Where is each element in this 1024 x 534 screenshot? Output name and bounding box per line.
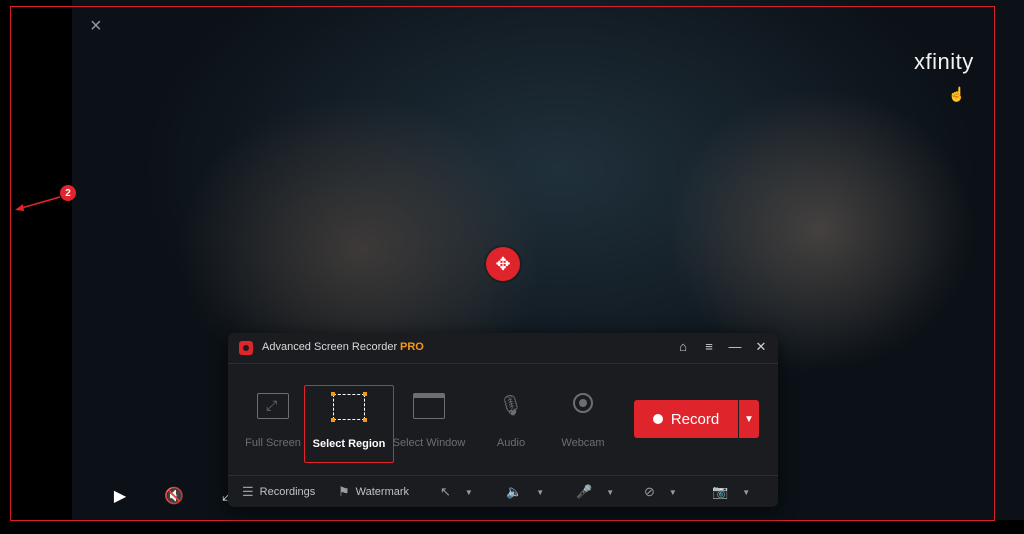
fullscreen-icon: ⤢: [257, 393, 289, 419]
camera-icon: 📷: [712, 484, 729, 499]
recorder-titlebar[interactable]: Advanced Screen Recorder PRO ⌂ ≡ — ✕: [228, 333, 778, 364]
list-icon: ☰: [242, 484, 254, 499]
video-controls: ▶ 🔇 ⤢: [108, 486, 240, 506]
chevron-down-icon: ▼: [668, 487, 677, 497]
cursor-options-button[interactable]: ↖ ▼: [440, 484, 473, 500]
chevron-down-icon: ▼: [606, 487, 615, 497]
arrow-2-line: [17, 196, 61, 210]
record-dot-icon: [652, 414, 663, 424]
close-icon[interactable]: ✕: [754, 339, 768, 355]
mute-icon[interactable]: 🔇: [162, 486, 186, 506]
mode-select-region[interactable]: Select Region: [304, 385, 394, 463]
recordings-label: Recordings: [259, 486, 316, 498]
webcam-options-button[interactable]: ⊘ ▼: [644, 484, 677, 500]
microphone-icon: 🎙: [498, 395, 524, 417]
select-region-icon: [331, 392, 367, 422]
stamp-icon: ⚑: [338, 484, 350, 499]
webcam-icon: [567, 393, 599, 419]
menu-icon[interactable]: ≡: [702, 339, 716, 355]
minimize-icon[interactable]: —: [728, 339, 742, 355]
screenshot-button[interactable]: 📷 ▼: [712, 484, 750, 500]
arrow-2-head: [15, 204, 24, 211]
microphone-options-button[interactable]: 🎤 ▼: [576, 484, 614, 500]
watermark-label: Watermark: [355, 486, 410, 498]
chevron-down-icon: ▼: [536, 487, 545, 497]
annotation-badge-2: 2: [60, 185, 76, 201]
play-icon[interactable]: ▶: [108, 486, 132, 506]
system-audio-button[interactable]: 🔈 ▼: [506, 484, 544, 500]
mode-label: Webcam: [561, 437, 605, 449]
webcam-off-icon: ⊘: [644, 484, 655, 499]
mode-label: Select Region: [312, 438, 386, 450]
titlebar-controls: ⌂ ≡ — ✕: [676, 339, 768, 355]
chevron-down-icon: ▼: [464, 487, 473, 497]
record-dropdown-button[interactable]: ▼: [739, 400, 759, 438]
chevron-down-icon: ▼: [742, 487, 751, 497]
watermark-button[interactable]: ⚑ Watermark: [338, 484, 409, 500]
microphone-icon: 🎤: [576, 484, 593, 499]
app-title: Advanced Screen Recorder: [262, 341, 398, 353]
speaker-icon: 🔈: [506, 484, 523, 499]
app-logo-icon: [239, 341, 253, 355]
recordings-button[interactable]: ☰ Recordings: [242, 484, 315, 500]
cursor-icon: ↖: [440, 484, 451, 499]
pro-badge: PRO: [400, 341, 424, 353]
recorder-bottom-toolbar: ☰ Recordings ⚑ Watermark ↖ ▼ 🔈 ▼ 🎤 ▼ ⊘ ▼ 📷 ▼: [228, 475, 778, 508]
recorder-panel: Advanced Screen Recorder PRO ⌂ ≡ — ✕ ⤢ F…: [228, 333, 778, 507]
record-label: Record: [670, 410, 720, 428]
window-icon: [413, 393, 445, 419]
video-background: × xfinity ☝ ✥ 2 1 ▶ 🔇 ⤢ Advanced Screen …: [0, 0, 1024, 534]
mode-webcam[interactable]: Webcam: [538, 385, 628, 463]
toolbox-icon[interactable]: ⌂: [676, 339, 690, 355]
mode-label: Select Window: [392, 437, 466, 449]
record-button[interactable]: Record: [634, 400, 738, 438]
mode-select-window[interactable]: Select Window: [384, 385, 474, 463]
